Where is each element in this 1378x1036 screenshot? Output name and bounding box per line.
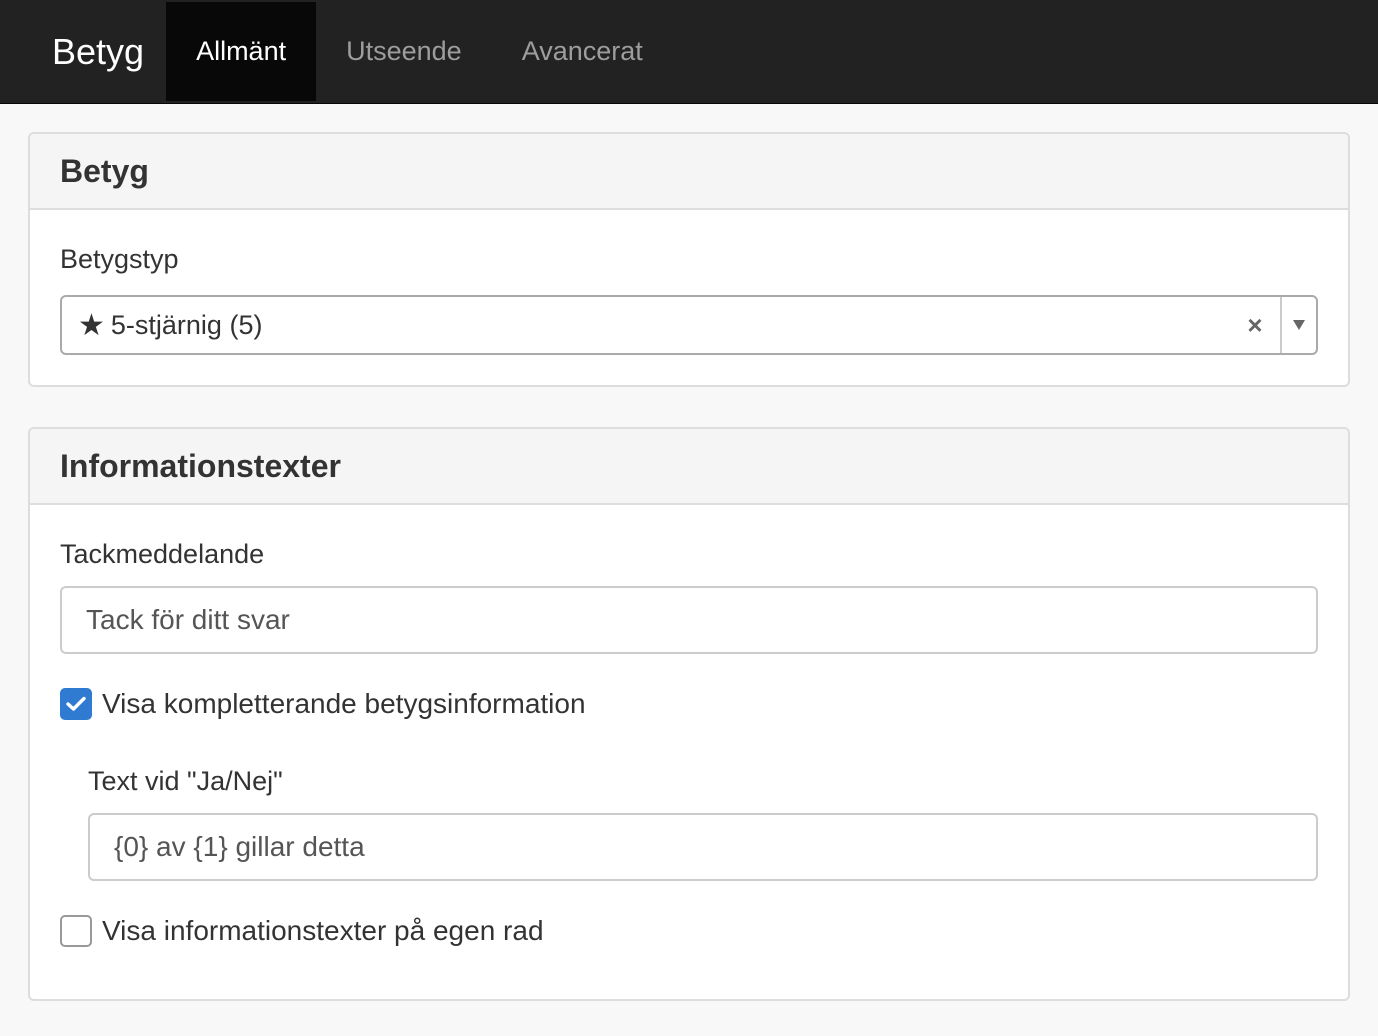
yes-no-text-label: Text vid "Ja/Nej" [88,766,283,796]
nav-tabs: Allmänt Utseende Avancerat [166,0,673,103]
rating-panel: Betyg Betygstyp ★ 5-stjärnig (5) × [28,132,1350,387]
navbar-brand[interactable]: Betyg [30,0,166,103]
info-own-row-label: Visa informationstexter på egen rad [102,915,544,946]
show-extra-info-checkbox[interactable] [60,688,92,720]
top-navbar: Betyg Allmänt Utseende Avancerat [0,0,1378,104]
rating-type-value-text: 5-stjärnig (5) [110,309,263,340]
rating-type-selected-value[interactable]: ★ 5-stjärnig (5) [62,308,1230,343]
rating-panel-body: Betygstyp ★ 5-stjärnig (5) × [30,210,1348,385]
checkmark-icon [66,696,86,711]
thanks-message-label: Tackmeddelande [60,539,265,569]
info-texts-panel-title: Informationstexter [30,429,1348,505]
star-icon: ★ [78,308,105,342]
thanks-message-input[interactable]: Tack för ditt svar [60,586,1318,654]
yes-no-text-input[interactable]: {0} av {1} gillar detta [88,813,1318,881]
main-content: Betyg Betygstyp ★ 5-stjärnig (5) × Infor… [0,104,1378,1001]
rating-type-select[interactable]: ★ 5-stjärnig (5) × [60,295,1318,355]
tab-utseende[interactable]: Utseende [316,2,492,101]
show-extra-info-option[interactable]: Visa kompletterande betygsinformation [60,688,1318,720]
clear-selection-icon[interactable]: × [1230,297,1280,353]
tab-avancerat[interactable]: Avancerat [492,2,673,101]
tab-allmant[interactable]: Allmänt [166,2,317,101]
dropdown-toggle[interactable] [1280,297,1316,353]
info-own-row-option[interactable]: Visa informationstexter på egen rad [60,915,1318,947]
info-texts-panel: Informationstexter Tackmeddelande Tack f… [28,427,1350,1001]
rating-type-label: Betygstyp [60,244,179,274]
show-extra-info-label: Visa kompletterande betygsinformation [102,688,586,719]
chevron-down-icon [1293,320,1305,330]
info-texts-panel-body: Tackmeddelande Tack för ditt svar Visa k… [30,505,1348,999]
rating-panel-title: Betyg [30,134,1348,210]
yes-no-text-group: Text vid "Ja/Nej" {0} av {1} gillar dett… [60,766,1318,881]
info-own-row-checkbox[interactable] [60,915,92,947]
